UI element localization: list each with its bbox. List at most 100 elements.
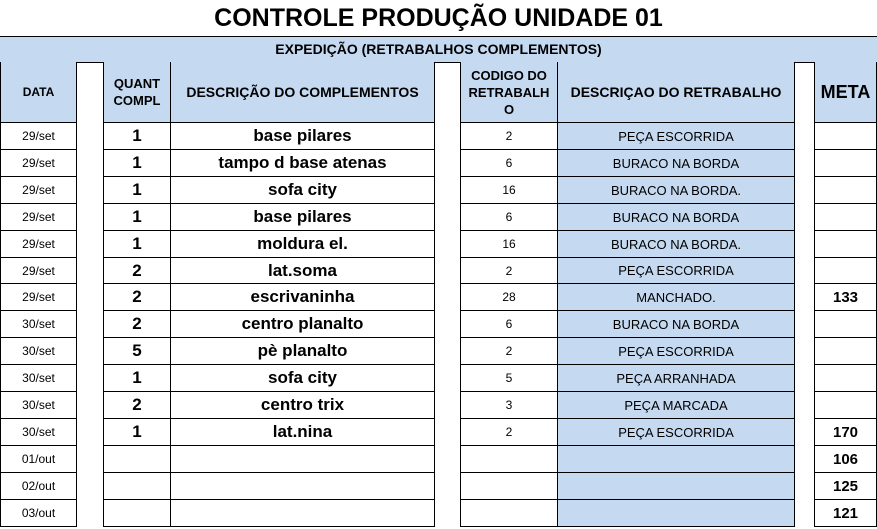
meta-cell: 106 <box>814 446 877 473</box>
qty-cell <box>103 500 171 527</box>
date-cell: 03/out <box>0 500 77 527</box>
qty-cell: 5 <box>103 338 171 365</box>
desc-cell: escrivaninha <box>171 284 435 311</box>
header-meta: META <box>814 62 877 123</box>
qty-cell: 1 <box>103 177 171 204</box>
retrabalho-cell: PEÇA MARCADA <box>558 392 795 419</box>
qty-cell: 1 <box>103 365 171 392</box>
code-cell: 6 <box>460 150 558 177</box>
code-cell: 5 <box>460 365 558 392</box>
retrabalho-cell <box>558 446 795 473</box>
desc-cell: pè planalto <box>171 338 435 365</box>
qty-cell: 1 <box>103 419 171 446</box>
desc-cell: centro planalto <box>171 311 435 338</box>
header-codigo-line1: CODIGO DO <box>471 67 547 83</box>
header-data: DATA <box>0 62 77 123</box>
qty-cell: 2 <box>103 258 171 284</box>
desc-cell: centro trix <box>171 392 435 419</box>
header-quant-line1: QUANT <box>113 76 161 91</box>
page-title: CONTROLE PRODUÇÃO UNIDADE 01 <box>214 4 663 32</box>
code-cell <box>460 500 558 527</box>
date-cell: 30/set <box>0 419 77 446</box>
desc-cell <box>171 446 435 473</box>
desc-cell: lat.nina <box>171 419 435 446</box>
qty-cell: 1 <box>103 150 171 177</box>
code-cell: 16 <box>460 177 558 204</box>
code-cell <box>460 446 558 473</box>
qty-cell <box>103 473 171 500</box>
code-cell: 6 <box>460 311 558 338</box>
desc-cell: lat.soma <box>171 258 435 284</box>
code-cell: 2 <box>460 258 558 284</box>
retrabalho-cell: PEÇA ESCORRIDA <box>558 338 795 365</box>
meta-cell: 121 <box>814 500 877 527</box>
date-cell: 30/set <box>0 311 77 338</box>
meta-cell <box>814 392 877 419</box>
retrabalho-cell: BURACO NA BORDA <box>558 311 795 338</box>
desc-cell: base pilares <box>171 123 435 150</box>
qty-cell: 1 <box>103 231 171 258</box>
meta-cell <box>814 365 877 392</box>
desc-cell: sofa city <box>171 365 435 392</box>
code-cell: 16 <box>460 231 558 258</box>
qty-cell: 2 <box>103 392 171 419</box>
retrabalho-cell: PEÇA ESCORRIDA <box>558 419 795 446</box>
desc-cell: moldura el. <box>171 231 435 258</box>
code-cell: 2 <box>460 123 558 150</box>
retrabalho-cell <box>558 500 795 527</box>
meta-cell <box>814 150 877 177</box>
meta-cell <box>814 123 877 150</box>
retrabalho-cell <box>558 473 795 500</box>
qty-cell: 2 <box>103 284 171 311</box>
qty-cell: 1 <box>103 204 171 231</box>
date-cell: 29/set <box>0 150 77 177</box>
header-quant-line2: COMPL <box>113 93 161 108</box>
header-retrabalho: DESCRIÇAO DO RETRABALHO <box>558 62 795 123</box>
desc-cell: base pilares <box>171 204 435 231</box>
date-cell: 29/set <box>0 258 77 284</box>
meta-cell <box>814 338 877 365</box>
meta-cell <box>814 231 877 258</box>
date-cell: 30/set <box>0 338 77 365</box>
meta-cell: 125 <box>814 473 877 500</box>
desc-cell <box>171 473 435 500</box>
header-codigo-line2: RETRABALH <box>468 84 550 100</box>
desc-cell: sofa city <box>171 177 435 204</box>
retrabalho-cell: PEÇA ESCORRIDA <box>558 123 795 150</box>
qty-cell: 1 <box>103 123 171 150</box>
date-cell: 29/set <box>0 284 77 311</box>
desc-cell: tampo d base atenas <box>171 150 435 177</box>
date-cell: 01/out <box>0 446 77 473</box>
header-descricao: DESCRIÇÃO DO COMPLEMENTOS <box>171 62 435 123</box>
code-cell: 28 <box>460 284 558 311</box>
code-cell: 3 <box>460 392 558 419</box>
section-subtitle: EXPEDIÇÃO (RETRABALHOS COMPLEMENTOS) <box>0 36 877 63</box>
qty-cell: 2 <box>103 311 171 338</box>
retrabalho-cell: BURACO NA BORDA <box>558 204 795 231</box>
meta-cell <box>814 311 877 338</box>
retrabalho-cell: BURACO NA BORDA. <box>558 231 795 258</box>
date-cell: 29/set <box>0 204 77 231</box>
date-cell: 29/set <box>0 231 77 258</box>
meta-cell: 170 <box>814 419 877 446</box>
retrabalho-cell: BURACO NA BORDA. <box>558 177 795 204</box>
desc-cell <box>171 500 435 527</box>
header-codigo: CODIGO DO RETRABALH O <box>460 62 558 123</box>
retrabalho-cell: PEÇA ESCORRIDA <box>558 258 795 284</box>
meta-cell <box>814 177 877 204</box>
date-cell: 02/out <box>0 473 77 500</box>
retrabalho-cell: PEÇA ARRANHADA <box>558 365 795 392</box>
date-cell: 29/set <box>0 177 77 204</box>
date-cell: 29/set <box>0 123 77 150</box>
date-cell: 30/set <box>0 365 77 392</box>
qty-cell <box>103 446 171 473</box>
code-cell: 2 <box>460 419 558 446</box>
retrabalho-cell: MANCHADO. <box>558 284 795 311</box>
header-quant: QUANT COMPL <box>103 62 171 123</box>
code-cell: 2 <box>460 338 558 365</box>
meta-cell: 133 <box>814 284 877 311</box>
header-codigo-line3: O <box>503 101 515 117</box>
retrabalho-cell: BURACO NA BORDA <box>558 150 795 177</box>
code-cell <box>460 473 558 500</box>
meta-cell <box>814 258 877 284</box>
